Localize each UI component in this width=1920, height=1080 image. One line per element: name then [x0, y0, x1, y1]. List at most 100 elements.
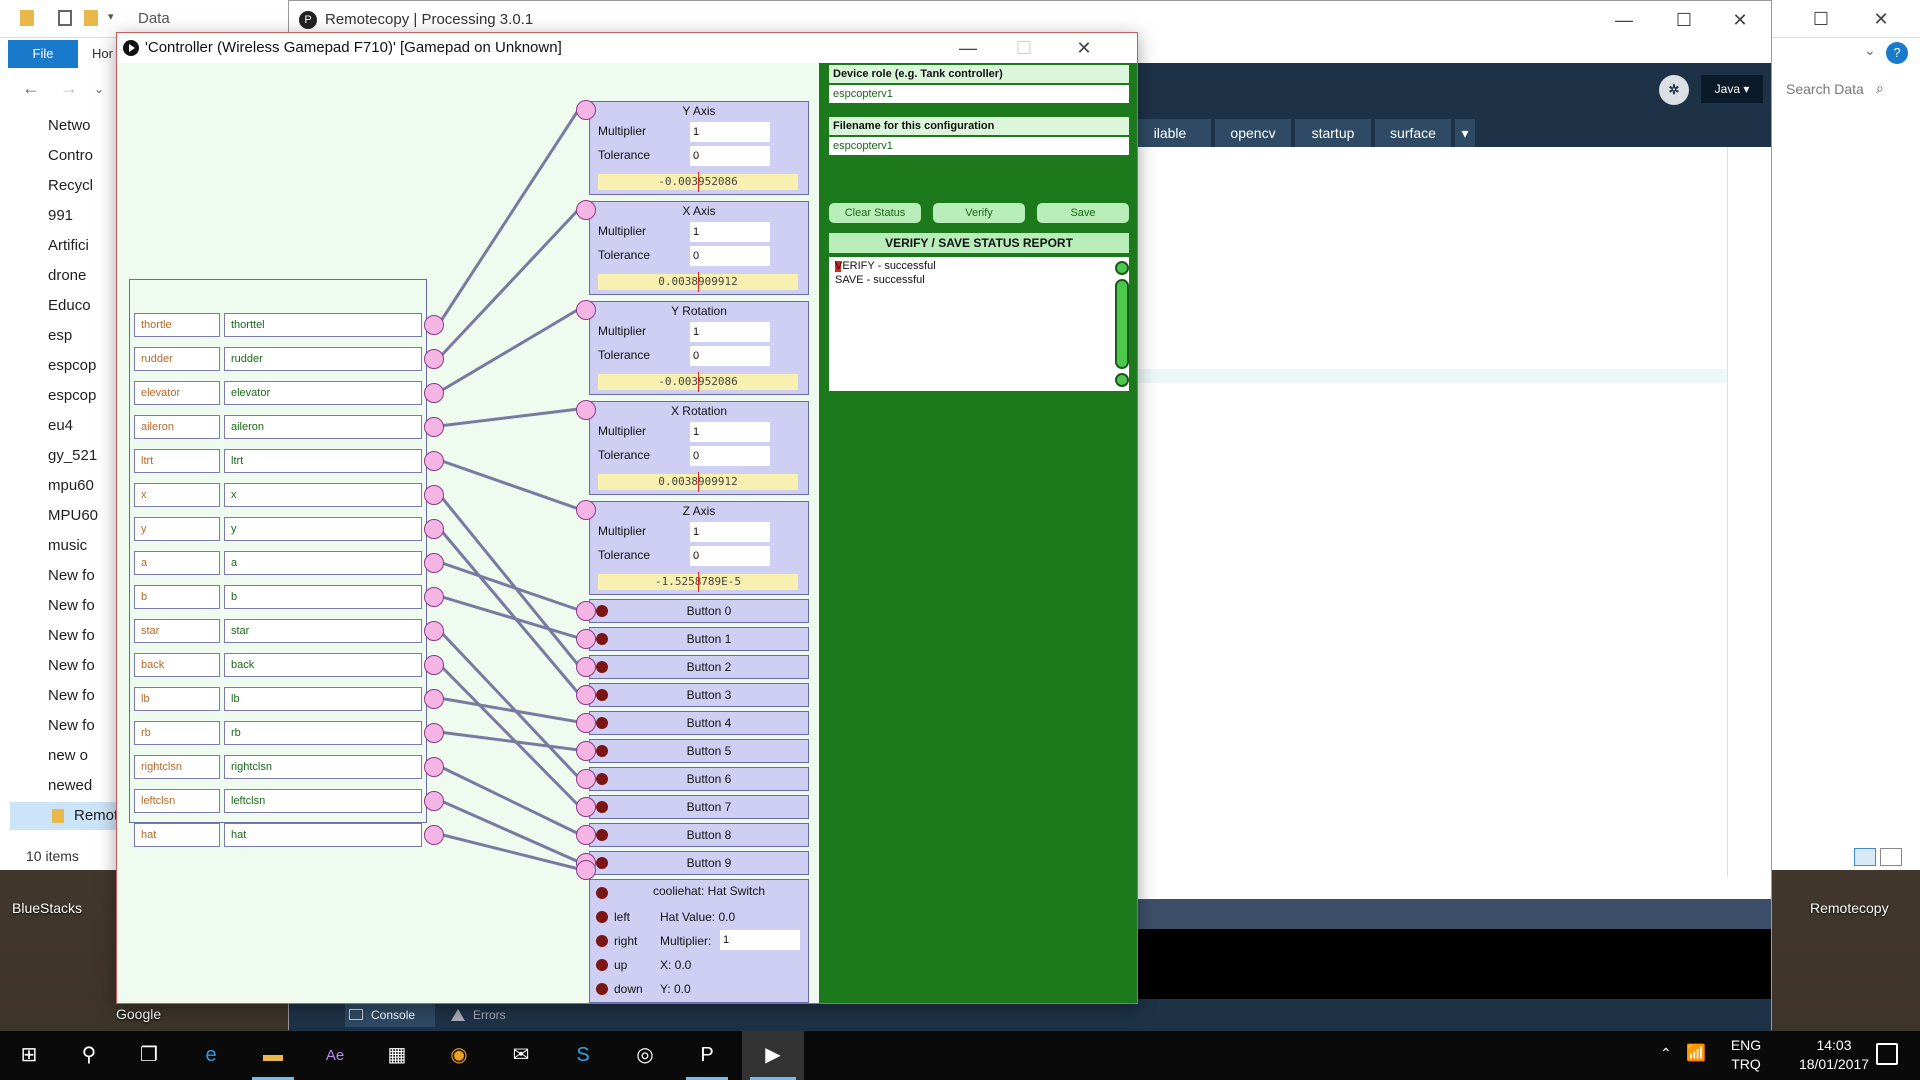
- input-alias-field[interactable]: leftclsn: [224, 789, 422, 813]
- ide-close-button[interactable]: ✕: [1717, 5, 1763, 35]
- input-alias-field[interactable]: ltrt: [224, 449, 422, 473]
- button-port[interactable]: [576, 601, 596, 621]
- chevron-down-icon[interactable]: ▾: [108, 10, 122, 26]
- show-hidden-icons-icon[interactable]: ⌃: [1660, 1045, 1672, 1062]
- input-alias-field[interactable]: hat: [224, 823, 422, 847]
- search-icon[interactable]: ⚲: [60, 1031, 118, 1080]
- input-port[interactable]: [424, 587, 444, 607]
- edge-icon[interactable]: e: [182, 1031, 240, 1080]
- filename-input[interactable]: espcopterv1: [829, 137, 1129, 155]
- input-name-field[interactable]: thortle: [134, 313, 220, 337]
- tolerance-field[interactable]: 0: [690, 446, 770, 466]
- input-alias-field[interactable]: rightclsn: [224, 755, 422, 779]
- button-port[interactable]: [576, 825, 596, 845]
- input-alias-field[interactable]: elevator: [224, 381, 422, 405]
- button-port[interactable]: [576, 685, 596, 705]
- processing-icon[interactable]: P: [678, 1031, 736, 1080]
- input-name-field[interactable]: a: [134, 551, 220, 575]
- desktop-icon-remotecopy[interactable]: Remotecopy: [1810, 900, 1889, 916]
- tab-menu-arrow[interactable]: ▾: [1455, 119, 1475, 147]
- input-name-field[interactable]: hat: [134, 823, 220, 847]
- mode-debug-icon[interactable]: ✲: [1659, 75, 1689, 105]
- editor-scrollbar[interactable]: [1727, 147, 1749, 877]
- input-name-field[interactable]: star: [134, 619, 220, 643]
- store-icon[interactable]: ▦: [368, 1031, 426, 1080]
- device-role-input[interactable]: espcopterv1: [829, 85, 1129, 103]
- nav-item[interactable]: new o: [48, 742, 120, 770]
- nav-item[interactable]: Contro: [48, 142, 120, 170]
- tolerance-field[interactable]: 0: [690, 546, 770, 566]
- input-port[interactable]: [424, 791, 444, 811]
- input-alias-field[interactable]: b: [224, 585, 422, 609]
- clock[interactable]: 14:03 18/01/2017: [1792, 1036, 1876, 1074]
- large-icons-view-icon[interactable]: [1880, 848, 1902, 866]
- nav-item[interactable]: Educo: [48, 292, 120, 320]
- tab-opencv[interactable]: opencv: [1215, 119, 1291, 147]
- report-scrollbar[interactable]: [1115, 261, 1129, 387]
- input-port[interactable]: [424, 621, 444, 641]
- input-port[interactable]: [424, 825, 444, 845]
- input-name-field[interactable]: leftclsn: [134, 789, 220, 813]
- home-tab[interactable]: Hor: [92, 46, 113, 61]
- ide-minimize-button[interactable]: —: [1601, 5, 1647, 35]
- input-port[interactable]: [424, 689, 444, 709]
- nav-item[interactable]: Artifici: [48, 232, 120, 260]
- scroll-track[interactable]: [1115, 279, 1129, 369]
- ide-maximize-button[interactable]: ☐: [1661, 5, 1707, 35]
- details-view-icon[interactable]: [1854, 848, 1876, 866]
- forward-arrow-icon[interactable]: →: [60, 78, 78, 99]
- input-name-field[interactable]: aileron: [134, 415, 220, 439]
- nav-item[interactable]: esp: [48, 322, 120, 350]
- input-port[interactable]: [424, 757, 444, 777]
- tolerance-field[interactable]: 0: [690, 246, 770, 266]
- nav-item[interactable]: New fo: [48, 712, 120, 740]
- tab-ilable[interactable]: ilable: [1129, 119, 1211, 147]
- mail-icon[interactable]: ✉: [492, 1031, 550, 1080]
- nav-item[interactable]: New fo: [48, 682, 120, 710]
- input-alias-field[interactable]: star: [224, 619, 422, 643]
- tolerance-field[interactable]: 0: [690, 346, 770, 366]
- multiplier-field[interactable]: 1: [690, 222, 770, 242]
- nav-item[interactable]: New fo: [48, 562, 120, 590]
- nav-item[interactable]: MPU60: [48, 502, 120, 530]
- input-port[interactable]: [424, 417, 444, 437]
- nav-item[interactable]: newed: [48, 772, 120, 800]
- input-port[interactable]: [424, 315, 444, 335]
- nav-item[interactable]: New fo: [48, 592, 120, 620]
- multiplier-field[interactable]: 1: [690, 522, 770, 542]
- input-alias-field[interactable]: y: [224, 517, 422, 541]
- input-name-field[interactable]: elevator: [134, 381, 220, 405]
- button-port[interactable]: [576, 797, 596, 817]
- back-arrow-icon[interactable]: ←: [22, 78, 40, 99]
- mode-selector[interactable]: Java ▾: [1701, 75, 1763, 103]
- input-port[interactable]: [424, 553, 444, 573]
- input-alias-field[interactable]: lb: [224, 687, 422, 711]
- nav-item[interactable]: eu4: [48, 412, 120, 440]
- after-effects-icon[interactable]: Ae: [306, 1031, 364, 1080]
- nav-item[interactable]: New fo: [48, 652, 120, 680]
- tolerance-field[interactable]: 0: [690, 146, 770, 166]
- desktop-icon-google[interactable]: Google: [116, 1006, 161, 1022]
- scroll-down-knob[interactable]: [1115, 373, 1129, 387]
- button-port[interactable]: [576, 629, 596, 649]
- console-tab[interactable]: Console: [345, 1003, 435, 1027]
- action-center-icon[interactable]: [1876, 1043, 1898, 1065]
- file-tab[interactable]: File: [8, 40, 78, 68]
- hat-multiplier-field[interactable]: 1: [720, 930, 800, 950]
- chrome-icon[interactable]: ◉: [430, 1031, 488, 1080]
- wifi-icon[interactable]: 📶: [1686, 1043, 1706, 1063]
- nav-item[interactable]: music: [48, 532, 120, 560]
- scroll-up-knob[interactable]: [1115, 261, 1129, 275]
- nav-item[interactable]: Recycl: [48, 172, 120, 200]
- ribbon-expand-icon[interactable]: ⌄: [1864, 42, 1876, 59]
- multiplier-field[interactable]: 1: [690, 322, 770, 342]
- task-view-icon[interactable]: ❐: [120, 1031, 178, 1080]
- file-explorer-icon[interactable]: ▬: [244, 1031, 302, 1080]
- input-alias-field[interactable]: aileron: [224, 415, 422, 439]
- button-port[interactable]: [576, 657, 596, 677]
- save-button[interactable]: Save: [1037, 203, 1129, 223]
- input-alias-field[interactable]: back: [224, 653, 422, 677]
- new-folder-icon[interactable]: [84, 10, 98, 26]
- explorer-maximize-button[interactable]: ☐: [1798, 4, 1844, 34]
- nav-item[interactable]: Remot: [10, 802, 120, 830]
